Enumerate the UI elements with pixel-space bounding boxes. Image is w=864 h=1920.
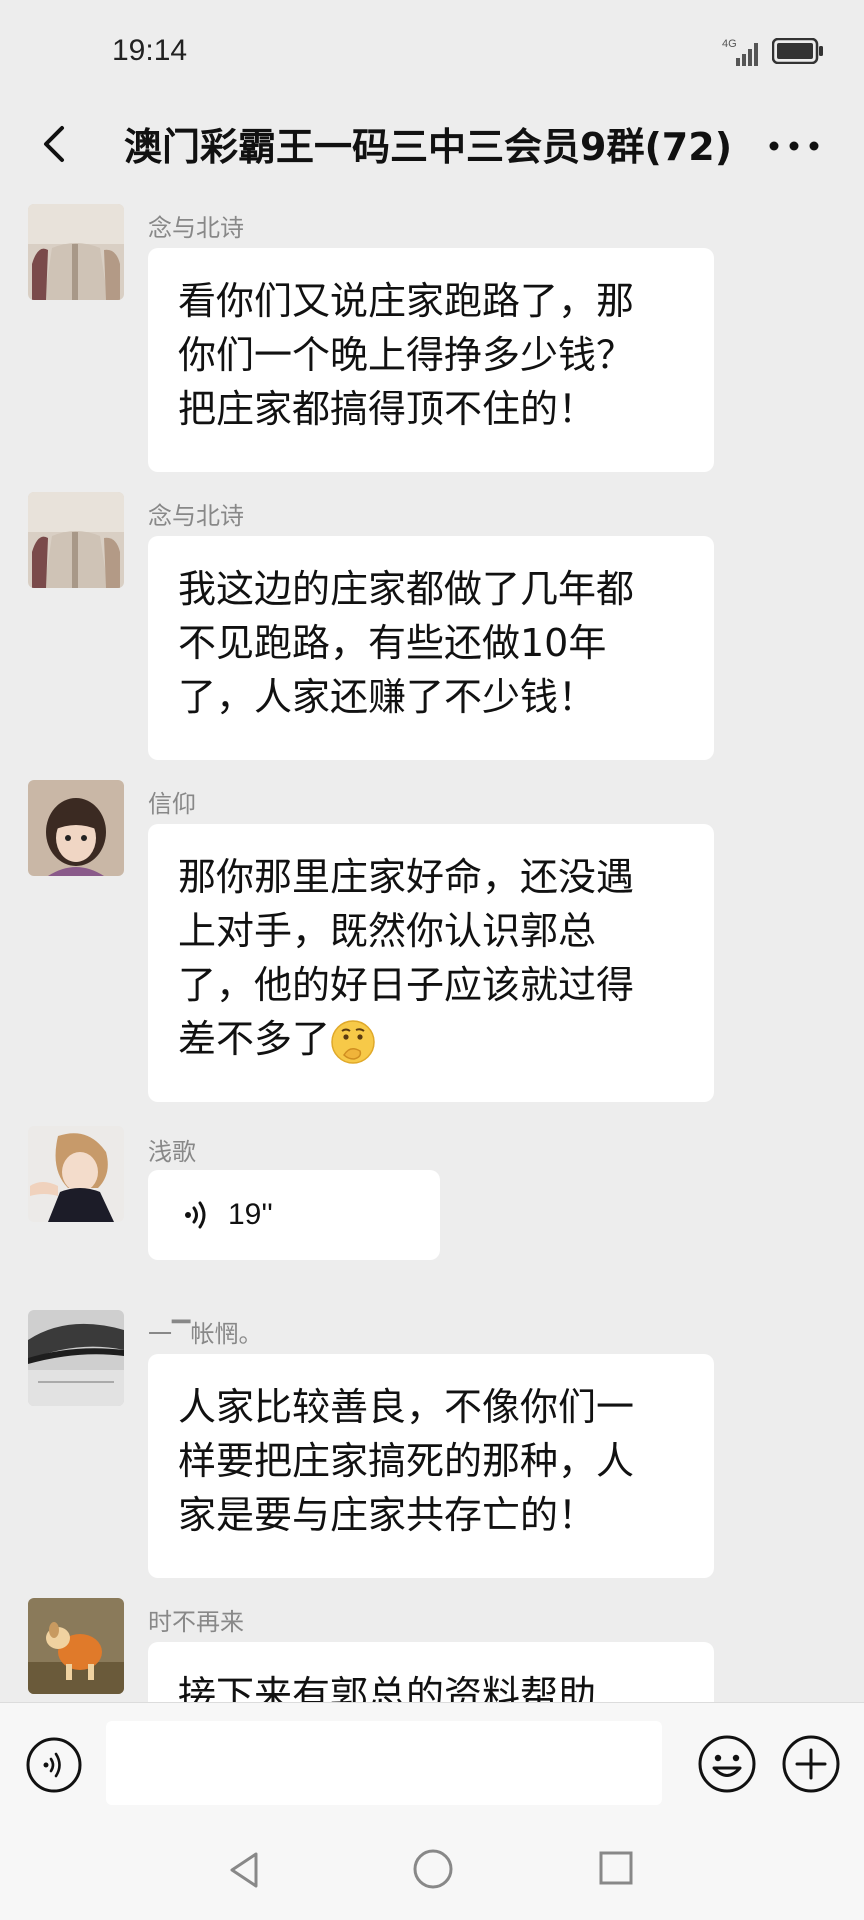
nav-back-icon[interactable] (224, 1848, 268, 1892)
message-line: 家是要与庄家共存亡的！ (178, 1493, 597, 1537)
chat-title: 澳门彩霸王一码三中三会员9群(72) (124, 125, 733, 169)
system-nav-bar (0, 1820, 864, 1920)
nav-recent-apps-icon[interactable] (596, 1848, 636, 1888)
message-line: 差不多了 (178, 1017, 331, 1061)
voice-duration: 19'' (228, 1198, 273, 1231)
battery-icon (772, 38, 823, 64)
sender-name: 念与北诗 (148, 214, 244, 242)
message-bubble[interactable]: 那你那里庄家好命，还没遇 上对手，既然你认识郭总 了，他的好日子应该就过得 差不… (148, 824, 714, 1102)
message-bubble[interactable]: 看你们又说庄家跑路了，那 你们一个晚上得挣多少钱？ 把庄家都搞得顶不住的！ (148, 248, 714, 472)
avatar[interactable] (28, 1598, 124, 1694)
message-line: 了，人家还赚了不少钱！ (178, 675, 597, 719)
message-bubble[interactable]: 人家比较善良，不像你们一 样要把庄家搞死的那种，人 家是要与庄家共存亡的！ (148, 1354, 714, 1578)
message-item: 时不再来 接下来有郭总的资料帮助 (0, 1598, 864, 1702)
message-line: 那你那里庄家好命，还没遇 (178, 855, 635, 899)
message-line-with-emoji: 差不多了 (178, 1012, 684, 1066)
message-line: 看你们又说庄家跑路了，那 (178, 279, 635, 323)
chevron-left-icon[interactable] (26, 114, 86, 174)
plus-icon[interactable] (780, 1733, 842, 1795)
message-bubble[interactable]: 接下来有郭总的资料帮助 (148, 1642, 714, 1702)
more-dots-icon[interactable] (766, 126, 822, 166)
message-input[interactable] (106, 1721, 662, 1805)
message-line: 不见跑路，有些还做10年 (178, 621, 607, 665)
chat-header: 澳门彩霸王一码三中三会员9群(72) (0, 100, 864, 200)
sender-name: 时不再来 (148, 1608, 244, 1636)
message-line: 接下来有郭总的资料帮助 (178, 1673, 597, 1702)
message-bubble[interactable]: 我这边的庄家都做了几年都 不见跑路，有些还做10年 了，人家还赚了不少钱！ (148, 536, 714, 760)
avatar[interactable] (28, 1310, 124, 1406)
voice-input-icon[interactable] (24, 1735, 84, 1795)
voice-wave-icon (185, 1201, 206, 1229)
message-line: 我这边的庄家都做了几年都 (178, 567, 635, 611)
network-label: 4G (722, 38, 737, 50)
message-line: 把庄家都搞得顶不住的！ (178, 387, 597, 431)
nav-home-icon[interactable] (410, 1846, 456, 1892)
thinking-face-emoji-icon (331, 1019, 375, 1064)
emoji-icon[interactable] (696, 1733, 758, 1795)
signal-icon: 4G (722, 38, 758, 66)
avatar[interactable] (28, 780, 124, 876)
sender-name: 一▔帐惘。 (148, 1320, 263, 1348)
avatar[interactable] (28, 204, 124, 300)
sender-name: 浅歌 (148, 1138, 196, 1166)
message-line: 人家比较善良，不像你们一 (178, 1385, 635, 1429)
avatar[interactable] (28, 1126, 124, 1222)
voice-message-bubble[interactable]: 19'' (148, 1170, 440, 1260)
message-line: 你们一个晚上得挣多少钱？ (178, 333, 635, 377)
message-line: 上对手，既然你认识郭总 (178, 909, 597, 953)
message-line: 样要把庄家搞死的那种，人 (178, 1439, 635, 1483)
chat-input-bar (0, 1702, 864, 1821)
sender-name: 念与北诗 (148, 502, 244, 530)
sender-name: 信仰 (148, 790, 196, 818)
avatar[interactable] (28, 492, 124, 588)
status-time: 19:14 (112, 34, 188, 67)
status-bar: 19:14 4G (0, 0, 864, 100)
message-line: 了，他的好日子应该就过得 (178, 963, 635, 1007)
